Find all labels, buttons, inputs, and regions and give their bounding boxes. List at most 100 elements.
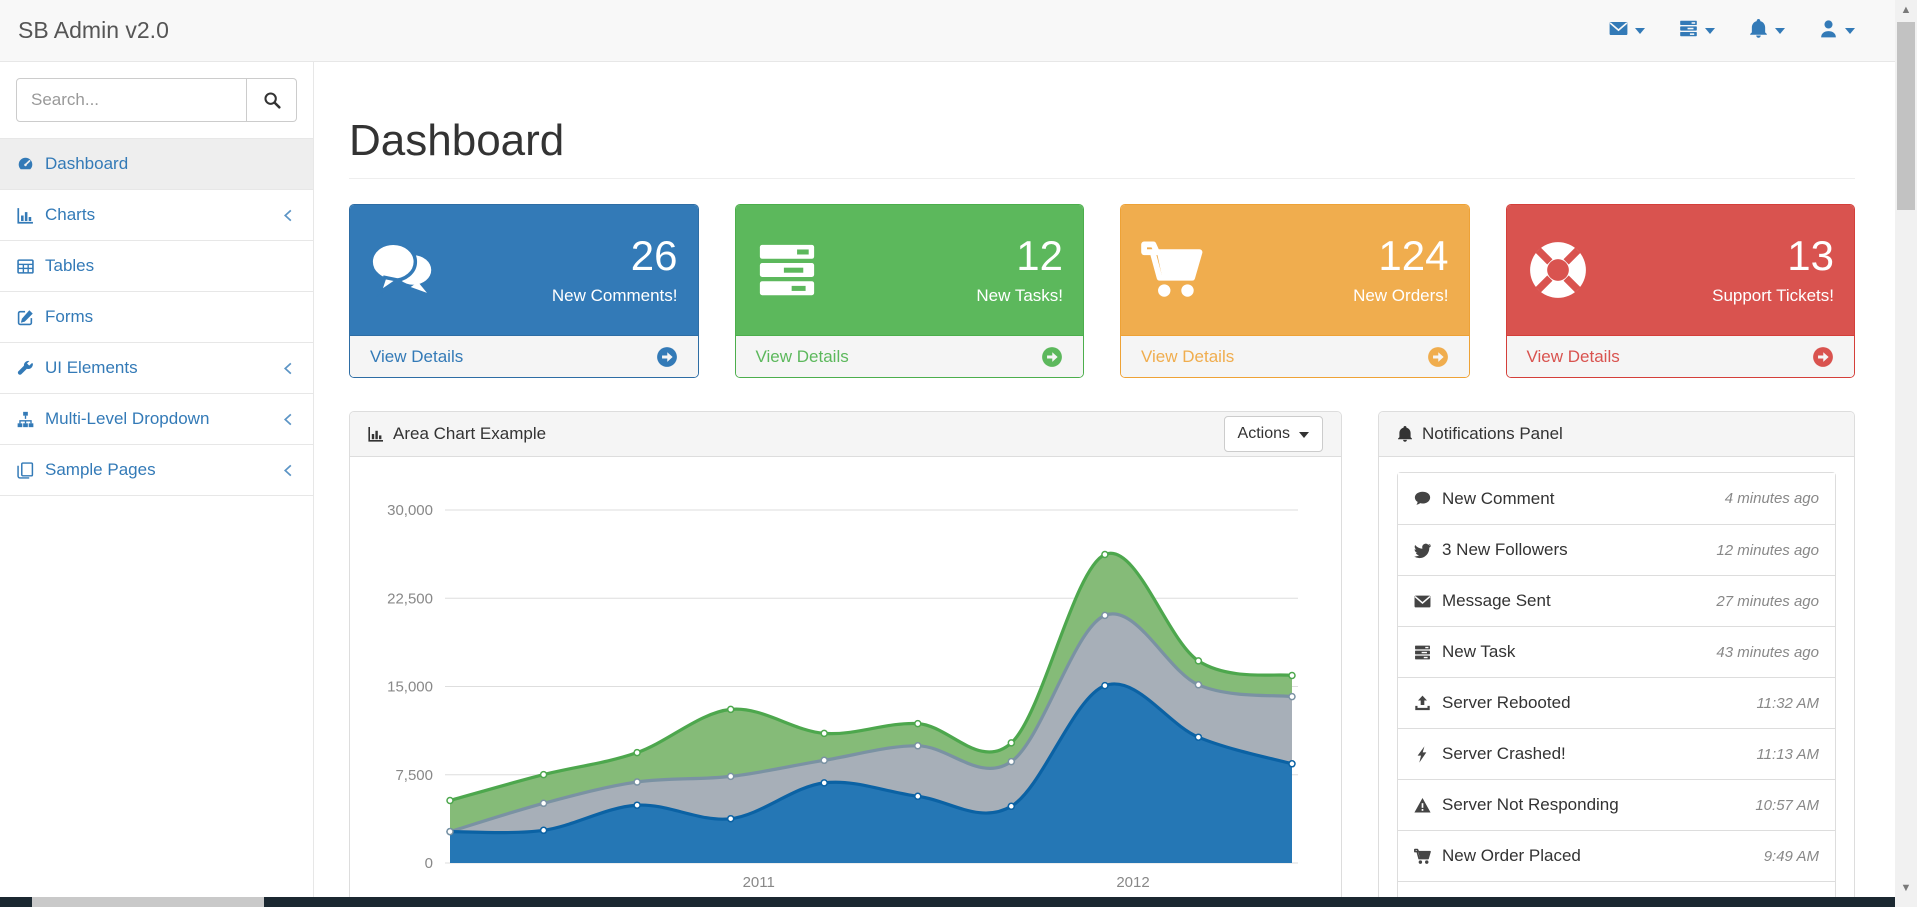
sidebar-item-forms[interactable]: Forms xyxy=(0,292,313,343)
navbar-right-menu xyxy=(1592,0,1872,61)
stat-cards-row: 26New Comments!View Details12New Tasks!V… xyxy=(349,204,1855,378)
notification-item-new-comment[interactable]: New Comment 4 minutes ago xyxy=(1398,473,1835,524)
sidebar-item-label: Multi-Level Dropdown xyxy=(45,409,209,429)
view-details-label: View Details xyxy=(1527,347,1620,367)
notification-item-server-rebooted[interactable]: Server Rebooted11:32 AM xyxy=(1398,677,1835,728)
notification-time: 11:13 AM xyxy=(1756,746,1819,763)
sidebar-item-tables[interactable]: Tables xyxy=(0,241,313,292)
notification-item-new-task[interactable]: New Task43 minutes ago xyxy=(1398,626,1835,677)
angle-left-icon xyxy=(281,412,296,427)
svg-text:7,500: 7,500 xyxy=(395,767,433,784)
svg-text:22,500: 22,500 xyxy=(387,590,433,607)
stat-card-new-comments: 26New Comments!View Details xyxy=(349,204,699,378)
notification-time: 9:49 AM xyxy=(1764,848,1819,865)
notifications-panel: Notifications Panel New Comment 4 minutes… xyxy=(1378,411,1855,907)
view-details-link[interactable]: View Details xyxy=(1121,335,1469,377)
scroll-up-arrow[interactable]: ▲ xyxy=(1895,5,1917,16)
stat-value: 12 xyxy=(976,235,1063,277)
horizontal-scrollbar[interactable] xyxy=(0,897,1895,907)
svg-text:2011: 2011 xyxy=(743,874,775,891)
search-icon xyxy=(263,91,281,109)
view-details-link[interactable]: View Details xyxy=(1507,335,1855,377)
arrow-circle-right-icon xyxy=(1812,346,1834,368)
navbar-menu-bell-icon[interactable] xyxy=(1732,0,1802,61)
angle-left-icon xyxy=(281,208,296,223)
notification-time: 43 minutes ago xyxy=(1716,644,1819,661)
stat-value: 26 xyxy=(552,235,678,277)
area-chart-panel-heading: Area Chart Example Actions xyxy=(350,412,1341,457)
sidebar-item-label: Sample Pages xyxy=(45,460,156,480)
notification-label: 3 New Followers xyxy=(1442,540,1568,560)
search-input[interactable] xyxy=(16,78,247,122)
notification-item-3-new-followers[interactable]: 3 New Followers 12 minutes ago xyxy=(1398,524,1835,575)
area-chart: 07,50015,00022,50030,00020112012 xyxy=(368,472,1325,907)
notification-label: Server Crashed! xyxy=(1442,744,1566,764)
sidebar-item-multi-level-dropdown[interactable]: Multi-Level Dropdown xyxy=(0,394,313,445)
cart-icon xyxy=(1141,239,1203,301)
navbar-menu-user-icon[interactable] xyxy=(1802,0,1872,61)
files-icon xyxy=(17,462,34,479)
stat-value: 13 xyxy=(1712,235,1834,277)
view-details-link[interactable]: View Details xyxy=(736,335,1084,377)
area-chart-panel: Area Chart Example Actions 07,50015,0002… xyxy=(349,411,1342,907)
stat-value: 124 xyxy=(1353,235,1448,277)
notification-item-message-sent[interactable]: Message Sent 27 minutes ago xyxy=(1398,575,1835,626)
sidebar-item-sample-pages[interactable]: Sample Pages xyxy=(0,445,313,496)
caret-down-icon xyxy=(1705,28,1715,39)
twitter-icon xyxy=(1414,542,1442,559)
notification-time: 27 minutes ago xyxy=(1716,593,1819,610)
notification-time: 10:57 AM xyxy=(1755,797,1819,814)
panel-title: Area Chart Example xyxy=(393,424,546,444)
arrow-circle-right-icon xyxy=(1427,346,1449,368)
bar-chart-icon xyxy=(368,426,384,442)
svg-text:2012: 2012 xyxy=(1116,874,1149,891)
tasks-icon xyxy=(756,239,818,301)
sidebar-item-label: Dashboard xyxy=(45,154,128,174)
life-ring-icon xyxy=(1527,239,1589,301)
notification-time: 12 minutes ago xyxy=(1716,542,1819,559)
horizontal-scrollbar-thumb[interactable] xyxy=(32,897,264,907)
arrow-circle-right-icon xyxy=(656,346,678,368)
notification-time: 4 minutes ago xyxy=(1725,490,1819,507)
navbar-menu-envelope-icon[interactable] xyxy=(1592,0,1662,61)
sidebar-item-label: Forms xyxy=(45,307,93,327)
sidebar-item-charts[interactable]: Charts xyxy=(0,190,313,241)
view-details-label: View Details xyxy=(370,347,463,367)
view-details-label: View Details xyxy=(1141,347,1234,367)
notification-item-server-not-responding[interactable]: Server Not Responding10:57 AM xyxy=(1398,779,1835,830)
sidebar-item-label: Charts xyxy=(45,205,95,225)
search-button[interactable] xyxy=(247,78,297,122)
scroll-down-arrow[interactable]: ▼ xyxy=(1895,883,1917,894)
brand[interactable]: SB Admin v2.0 xyxy=(18,0,169,60)
page-title: Dashboard xyxy=(349,116,1855,179)
table-icon xyxy=(17,258,34,275)
sidebar-item-dashboard[interactable]: Dashboard xyxy=(0,139,313,190)
svg-text:0: 0 xyxy=(425,855,433,872)
angle-left-icon xyxy=(281,463,296,478)
vertical-scrollbar-thumb[interactable] xyxy=(1897,22,1915,210)
notification-item-new-order-placed[interactable]: New Order Placed 9:49 AM xyxy=(1398,830,1835,881)
sitemap-icon xyxy=(17,411,34,428)
top-navbar: SB Admin v2.0 xyxy=(0,0,1917,62)
upload-icon xyxy=(1414,695,1442,712)
edit-icon xyxy=(17,309,34,326)
stat-card-new-tasks: 12New Tasks!View Details xyxy=(735,204,1085,378)
navbar-menu-tasks-icon[interactable] xyxy=(1662,0,1732,61)
notification-label: New Comment xyxy=(1442,489,1554,509)
vertical-scrollbar[interactable]: ▲ ▼ xyxy=(1895,0,1917,907)
notification-label: New Order Placed xyxy=(1442,846,1581,866)
bell-icon xyxy=(1749,19,1768,43)
notification-label: Server Rebooted xyxy=(1442,693,1571,713)
actions-dropdown-button[interactable]: Actions xyxy=(1224,416,1323,452)
sidebar-item-label: UI Elements xyxy=(45,358,138,378)
notifications-list: New Comment 4 minutes ago 3 New Followers 1… xyxy=(1397,472,1836,907)
angle-left-icon xyxy=(281,361,296,376)
notification-item-server-crashed[interactable]: Server Crashed! 11:13 AM xyxy=(1398,728,1835,779)
comment-icon xyxy=(1414,490,1442,507)
panels-row: Area Chart Example Actions 07,50015,0002… xyxy=(349,411,1855,907)
notifications-panel-heading: Notifications Panel xyxy=(1379,412,1854,457)
notification-label: Message Sent xyxy=(1442,591,1551,611)
dashboard-icon xyxy=(17,156,34,173)
view-details-link[interactable]: View Details xyxy=(350,335,698,377)
sidebar-item-ui-elements[interactable]: UI Elements xyxy=(0,343,313,394)
